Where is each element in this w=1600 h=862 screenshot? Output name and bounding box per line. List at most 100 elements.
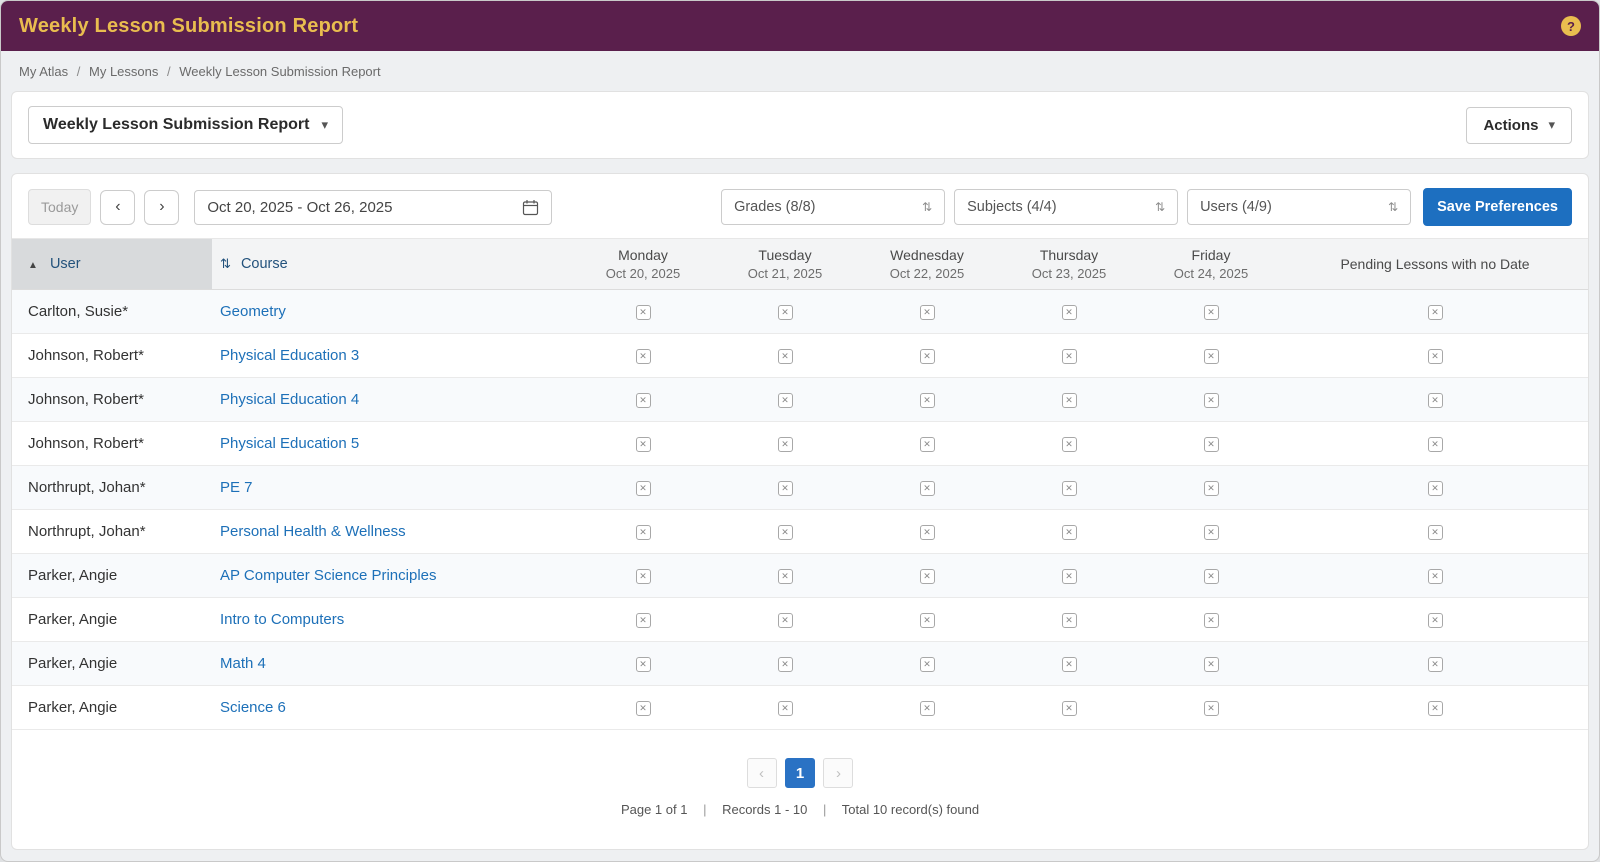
previous-week-button[interactable]: ‹ [100,189,136,225]
monday-cell: ✕ [572,421,714,466]
breadcrumb-my-lessons[interactable]: My Lessons [89,64,158,79]
pending-cell: ✕ [1282,685,1588,730]
course-link[interactable]: Physical Education 4 [220,391,359,408]
friday-cell: ✕ [1140,333,1282,378]
report-selector-bar: Weekly Lesson Submission Report ▾ Action… [11,91,1589,159]
thursday-cell: ✕ [998,421,1140,466]
course-link[interactable]: Personal Health & Wellness [220,523,406,540]
select-arrows-icon: ⇅ [1388,200,1399,214]
no-lesson-icon: ✕ [1427,656,1443,672]
friday-cell: ✕ [1140,289,1282,334]
monday-cell: ✕ [572,465,714,510]
column-header-monday: Monday Oct 20, 2025 [572,238,714,290]
chevron-right-icon: › [835,764,841,782]
no-lesson-icon: ✕ [1203,568,1219,584]
help-icon[interactable]: ? [1561,16,1581,36]
table-row: Parker, Angie Math 4 ✕ ✕ ✕ ✕ ✕ ✕ [12,641,1588,686]
course-link[interactable]: Geometry [220,303,286,320]
wednesday-cell: ✕ [856,641,998,686]
records-range-text: Records 1 - 10 [722,802,808,817]
tuesday-cell: ✕ [714,377,856,422]
no-lesson-icon: ✕ [777,700,793,716]
friday-cell: ✕ [1140,597,1282,642]
no-lesson-icon: ✕ [1203,348,1219,364]
no-lesson-icon: ✕ [1427,392,1443,408]
no-lesson-icon: ✕ [635,436,651,452]
table-header-row: ▲ User ⇅ Course Monday Oct 20, 2025 Tues… [12,238,1588,290]
pagination-next-button[interactable]: › [823,758,854,788]
table-row: Parker, Angie AP Computer Science Princi… [12,553,1588,598]
wednesday-cell: ✕ [856,421,998,466]
column-header-course[interactable]: ⇅ Course [212,238,572,290]
next-week-button[interactable]: › [144,189,180,225]
breadcrumb-my-atlas[interactable]: My Atlas [19,64,68,79]
wednesday-cell: ✕ [856,289,998,334]
no-lesson-icon: ✕ [635,612,651,628]
thursday-cell: ✕ [998,377,1140,422]
course-cell: Physical Education 4 [212,377,572,422]
user-cell: Carlton, Susie* [12,289,212,334]
course-link[interactable]: Math 4 [220,655,266,672]
table-row: Parker, Angie Science 6 ✕ ✕ ✕ ✕ ✕ ✕ [12,685,1588,730]
no-lesson-icon: ✕ [919,436,935,452]
users-filter-select[interactable]: Users (4/9) ⇅ [1187,189,1412,225]
course-link[interactable]: Physical Education 5 [220,435,359,452]
user-cell: Johnson, Robert* [12,377,212,422]
page-of-text: Page 1 of 1 [620,802,688,817]
course-link[interactable]: Intro to Computers [220,611,344,628]
no-lesson-icon: ✕ [1061,348,1077,364]
no-lesson-icon: ✕ [777,612,793,628]
column-header-thursday: Thursday Oct 23, 2025 [998,238,1140,290]
pagination-prev-button[interactable]: ‹ [746,758,777,788]
no-lesson-icon: ✕ [919,524,935,540]
chevron-down-icon: ▾ [1548,117,1555,132]
subjects-filter-value: Subjects (4/4) [967,199,1057,215]
table-row: Johnson, Robert* Physical Education 4 ✕ … [12,377,1588,422]
course-link[interactable]: AP Computer Science Principles [220,567,437,584]
thursday-cell: ✕ [998,289,1140,334]
monday-cell: ✕ [572,289,714,334]
thursday-cell: ✕ [998,685,1140,730]
actions-button[interactable]: Actions ▾ [1466,106,1572,144]
date-range-input[interactable]: Oct 20, 2025 - Oct 26, 2025 [194,189,553,225]
user-cell: Northrupt, Johan* [12,509,212,554]
no-lesson-icon: ✕ [1061,524,1077,540]
today-button[interactable]: Today [28,189,92,225]
sort-ascending-icon: ▲ [28,260,38,271]
no-lesson-icon: ✕ [1061,656,1077,672]
monday-cell: ✕ [572,509,714,554]
no-lesson-icon: ✕ [1203,656,1219,672]
pending-cell: ✕ [1282,641,1588,686]
report-selector-dropdown[interactable]: Weekly Lesson Submission Report ▾ [28,106,343,144]
users-filter-value: Users (4/9) [1200,199,1272,215]
course-link[interactable]: PE 7 [220,479,253,496]
report-table: ▲ User ⇅ Course Monday Oct 20, 2025 Tues… [12,238,1588,730]
table-row: Johnson, Robert* Physical Education 5 ✕ … [12,421,1588,466]
user-cell: Northrupt, Johan* [12,465,212,510]
no-lesson-icon: ✕ [777,392,793,408]
monday-cell: ✕ [572,333,714,378]
course-link[interactable]: Science 6 [220,699,286,716]
page-header: Weekly Lesson Submission Report ? [1,1,1599,51]
no-lesson-icon: ✕ [1203,612,1219,628]
no-lesson-icon: ✕ [1203,436,1219,452]
column-header-user[interactable]: ▲ User [12,238,212,290]
friday-cell: ✕ [1140,685,1282,730]
pagination-page-1-button[interactable]: 1 [785,758,815,788]
table-row: Northrupt, Johan* Personal Health & Well… [12,509,1588,554]
app-window: Weekly Lesson Submission Report ? My Atl… [0,0,1600,862]
tuesday-cell: ✕ [714,685,856,730]
grades-filter-select[interactable]: Grades (8/8) ⇅ [721,189,946,225]
wednesday-cell: ✕ [856,465,998,510]
subjects-filter-select[interactable]: Subjects (4/4) ⇅ [954,189,1179,225]
day-date: Oct 20, 2025 [605,266,681,281]
tuesday-cell: ✕ [714,597,856,642]
calendar-icon[interactable] [522,199,539,216]
pending-label: Pending Lessons with no Date [1340,256,1530,272]
no-lesson-icon: ✕ [1427,700,1443,716]
course-link[interactable]: Physical Education 3 [220,347,359,364]
thursday-cell: ✕ [998,597,1140,642]
save-preferences-button[interactable]: Save Preferences [1423,188,1572,226]
tuesday-cell: ✕ [714,333,856,378]
pending-cell: ✕ [1282,333,1588,378]
